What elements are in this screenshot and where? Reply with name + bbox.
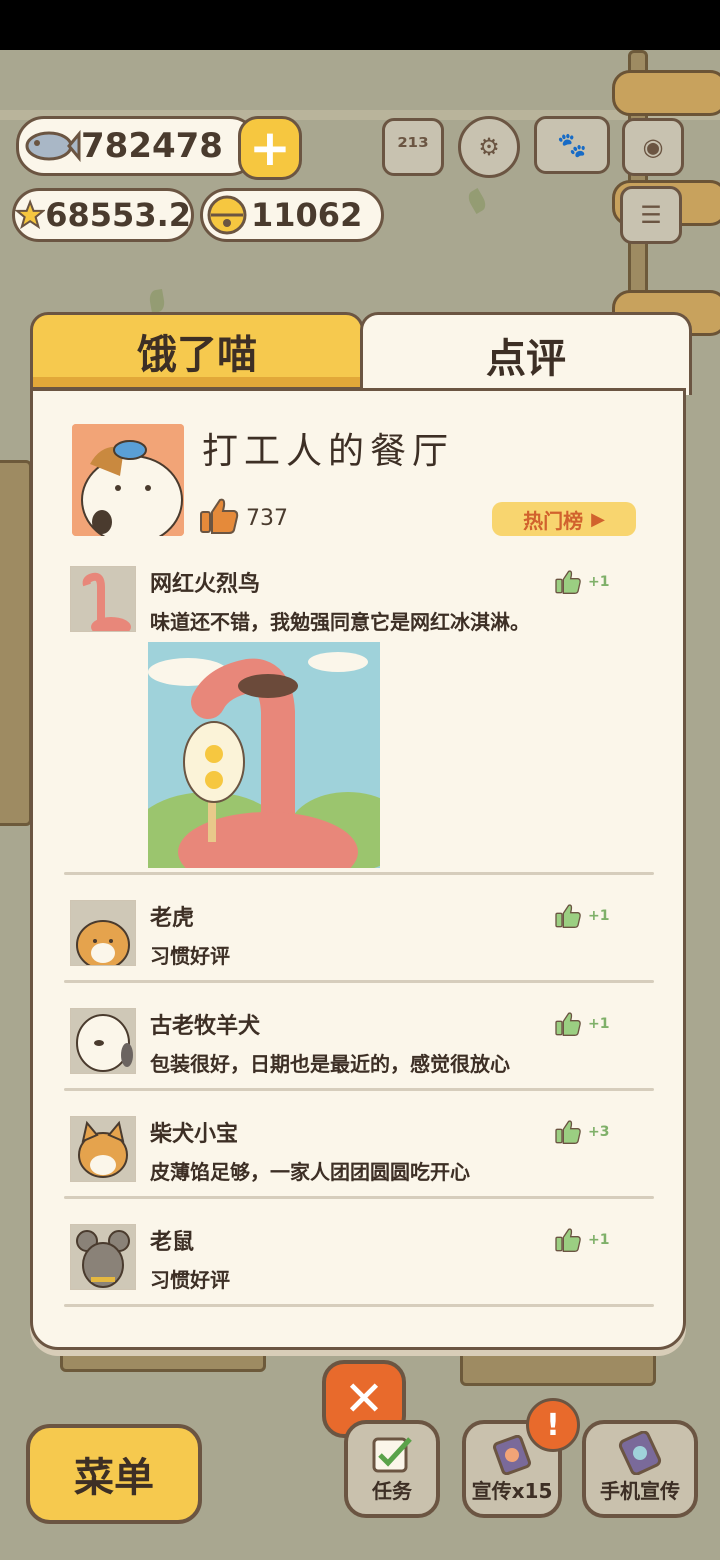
review-item: 老虎 习惯好评 +1 xyxy=(70,900,650,970)
reviewer-name: 老虎 xyxy=(150,906,195,931)
fish-value: 782478 xyxy=(81,126,223,166)
review-text: 包装很好，日期也是最近的，感觉很放心 xyxy=(150,1052,510,1076)
bell-value: 11062 xyxy=(251,196,363,234)
review-like[interactable]: +1 xyxy=(554,1010,609,1038)
shelf-plank xyxy=(612,70,720,116)
tasks-button[interactable]: 任务 xyxy=(344,1420,440,1518)
review-item: 柴犬小宝 皮薄馅足够，一家人团团圆圆吃开心 +3 xyxy=(70,1116,650,1186)
thumbs-up-icon xyxy=(555,570,581,594)
newspaper-icon[interactable]: ☰ xyxy=(620,186,682,244)
reviewer-name: 柴犬小宝 xyxy=(150,1122,239,1147)
review-like[interactable]: +3 xyxy=(554,1118,609,1146)
sheepdog-icon xyxy=(71,1009,135,1073)
review-text: 皮薄馅足够，一家人团团圆圆吃开心 xyxy=(150,1160,470,1184)
phone-promo-label: 手机宣传 xyxy=(600,1479,680,1503)
flamingo-icecream-image xyxy=(148,642,380,868)
review-like[interactable]: +1 xyxy=(554,568,609,596)
restaurant-name: 打工人的餐厅 xyxy=(202,431,455,472)
menu-label: 菜单 xyxy=(74,1455,154,1501)
thumbs-up-icon xyxy=(555,1012,581,1036)
flyer-icon xyxy=(492,1435,532,1475)
menu-button[interactable]: 菜单 xyxy=(26,1424,202,1524)
leaf-decor xyxy=(148,288,166,314)
camera-icon[interactable]: ◉ xyxy=(622,118,684,176)
tasks-label: 任务 xyxy=(372,1479,412,1503)
play-arrow-icon: ▶ xyxy=(591,508,605,530)
ranking-icon[interactable]: ²¹³ xyxy=(382,118,444,176)
shiba-icon xyxy=(71,1117,135,1181)
calico-cat-icon xyxy=(72,424,184,536)
thumbs-up-icon xyxy=(555,904,581,928)
tab-eleme[interactable]: 饿了喵 xyxy=(30,312,364,390)
star-icon xyxy=(15,199,46,230)
reviewer-name: 老鼠 xyxy=(150,1230,195,1255)
star-value: 68553.2 xyxy=(45,196,191,234)
reviewer-name: 网红火烈鸟 xyxy=(150,572,261,597)
thumbs-up-icon xyxy=(555,1120,581,1144)
divider xyxy=(64,1088,654,1091)
review-text: 习惯好评 xyxy=(150,1268,230,1292)
divider xyxy=(64,980,654,983)
alert-badge: ! xyxy=(526,1398,580,1452)
flamingo-icon xyxy=(71,567,135,631)
review-like[interactable]: +1 xyxy=(554,902,609,930)
settings-gear-icon[interactable]: ⚙ xyxy=(458,116,520,178)
review-photo[interactable] xyxy=(148,642,380,868)
review-like-count: +1 xyxy=(588,1232,610,1248)
promo-label: 宣传x15 xyxy=(471,1479,553,1503)
hot-ranking-label: 热门榜 xyxy=(523,508,584,533)
left-furniture xyxy=(0,460,32,826)
fish-currency: 782478 xyxy=(16,116,258,176)
add-currency-button[interactable]: + xyxy=(238,116,302,180)
tiger-icon xyxy=(71,901,135,965)
checklist-icon xyxy=(372,1437,412,1473)
flamingo-avatar xyxy=(70,566,136,632)
mouse-icon xyxy=(71,1225,135,1289)
phone-promo-button[interactable]: 手机宣传 xyxy=(582,1420,698,1518)
review-item: 老鼠 习惯好评 +1 xyxy=(70,1224,650,1294)
review-like-count: +1 xyxy=(588,1016,610,1032)
thumbs-up-icon xyxy=(555,1228,581,1252)
review-item: 网红火烈鸟 味道还不错，我勉强同意它是网红冰淇淋。 +1 xyxy=(70,566,650,636)
restaurant-like-count: 737 xyxy=(246,506,288,531)
review-like-count: +3 xyxy=(588,1124,610,1140)
shiba-avatar xyxy=(70,1116,136,1182)
mouse-avatar xyxy=(70,1224,136,1290)
review-dialog: 饿了喵 点评 打工人的餐厅 737 热门榜 ▶ 网红火烈鸟 味道还不错，我勉强同… xyxy=(30,312,692,1350)
tab-reviews[interactable]: 点评 xyxy=(360,312,692,395)
sheepdog-avatar xyxy=(70,1008,136,1074)
review-text: 味道还不错，我勉强同意它是网红冰淇淋。 xyxy=(150,610,530,634)
star-currency: 68553.2 xyxy=(12,188,194,242)
divider xyxy=(64,1304,654,1307)
tiger-avatar xyxy=(70,900,136,966)
status-bar xyxy=(0,0,720,50)
review-item: 古老牧羊犬 包装很好，日期也是最近的，感觉很放心 +1 xyxy=(70,1008,650,1078)
paw-book-icon[interactable]: 🐾 xyxy=(534,116,610,174)
divider xyxy=(64,1196,654,1199)
review-like-count: +1 xyxy=(588,908,610,924)
review-like[interactable]: +1 xyxy=(554,1226,609,1254)
fish-icon xyxy=(25,129,81,163)
tab-reviews-label: 点评 xyxy=(486,336,566,382)
hot-ranking-button[interactable]: 热门榜 ▶ xyxy=(492,502,636,536)
review-text: 习惯好评 xyxy=(150,944,230,968)
phone-icon xyxy=(618,1431,662,1475)
restaurant-avatar xyxy=(72,424,184,536)
divider xyxy=(64,872,654,875)
bell-icon xyxy=(207,195,247,235)
thumbs-up-icon[interactable] xyxy=(198,496,240,536)
leaf-decor xyxy=(465,187,489,215)
bell-currency: 11062 xyxy=(200,188,384,242)
reviewer-name: 古老牧羊犬 xyxy=(150,1014,261,1039)
review-like-count: +1 xyxy=(588,574,610,590)
tab-eleme-label: 饿了喵 xyxy=(137,332,257,378)
